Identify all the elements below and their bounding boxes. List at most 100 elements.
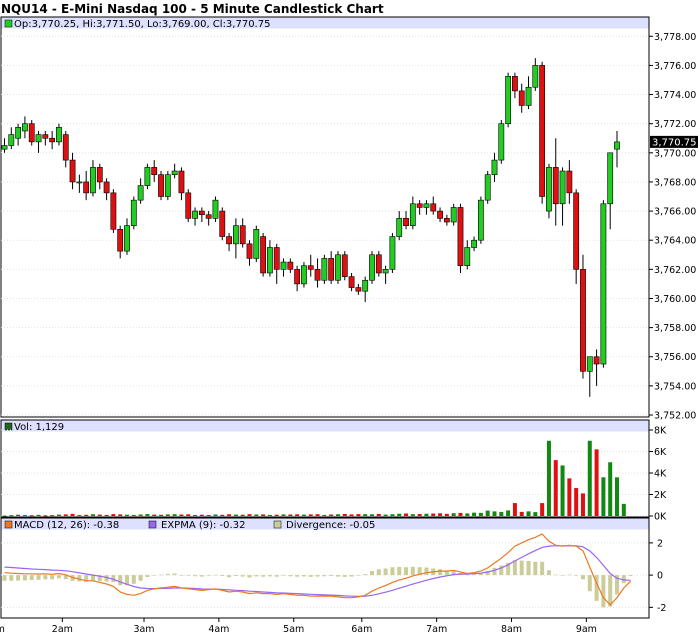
- candle-body: [552, 167, 559, 205]
- candle-body: [593, 356, 600, 365]
- candle-body: [49, 137, 56, 143]
- price-legend-swatch: [4, 19, 13, 28]
- divergence-bar: [199, 575, 204, 577]
- candle-body: [260, 236, 267, 274]
- volume-bar: [431, 513, 436, 516]
- candle-body: [96, 167, 103, 183]
- divergence-bar: [233, 575, 238, 577]
- divergence-bar: [9, 575, 14, 581]
- time-tick-label: 1am: [0, 624, 5, 635]
- divergence-bar: [404, 567, 409, 576]
- candle-body: [382, 269, 389, 274]
- volume-bar: [9, 515, 14, 517]
- divergence-bar: [301, 575, 306, 577]
- macd-legend: MACD (12, 26): -0.38: [14, 520, 119, 531]
- divergence-bar: [138, 575, 143, 581]
- candle-body: [498, 123, 505, 161]
- divergence-bar: [519, 560, 524, 576]
- candle-body: [389, 236, 396, 270]
- volume-bar: [512, 503, 517, 516]
- volume-bar: [315, 514, 320, 516]
- volume-bar: [580, 493, 585, 516]
- candle-body: [491, 159, 498, 175]
- volume-bar: [322, 514, 327, 516]
- candle-body: [423, 203, 430, 208]
- candle-body: [124, 225, 130, 252]
- volume-bar: [553, 460, 558, 516]
- volume-bar: [165, 514, 170, 516]
- divergence-bar: [546, 570, 551, 576]
- divergence-bar: [29, 575, 34, 580]
- price-panel: 3,752.00 3,754.00 3,756.00 3,758.00 3,760.00…: [0, 16, 698, 422]
- time-tick-label: 3am: [133, 624, 154, 635]
- divergence-bar: [526, 560, 531, 576]
- macd-tick-label: 0: [657, 571, 663, 582]
- divergence-bar: [220, 575, 225, 577]
- price-tick-label: 3,752.00: [654, 411, 696, 422]
- candle-body: [171, 170, 178, 175]
- divergence-bar: [206, 575, 211, 576]
- candle-body: [314, 269, 321, 281]
- candle-body: [164, 174, 171, 197]
- candle-body: [362, 279, 369, 292]
- candle-body: [294, 269, 301, 285]
- volume-bar: [145, 514, 150, 516]
- volume-legend-swatch: [4, 422, 13, 431]
- candle-body: [76, 181, 83, 184]
- divergence-bar: [390, 567, 395, 576]
- volume-bar: [608, 462, 613, 516]
- volume-bar: [104, 514, 109, 516]
- volume-bar: [274, 514, 279, 516]
- candle-body: [246, 243, 253, 259]
- volume-bar: [131, 514, 136, 516]
- volume-bar: [499, 511, 504, 516]
- candle-body: [178, 170, 185, 194]
- divergence-bar: [2, 575, 7, 581]
- divergence-bar: [288, 575, 293, 577]
- candle-body: [130, 199, 137, 226]
- candle-body: [144, 167, 151, 186]
- last-price-label: 3,770.75: [652, 137, 697, 148]
- volume-bar: [125, 514, 129, 516]
- divergence-bar: [16, 575, 21, 581]
- volume-bar: [206, 515, 211, 517]
- volume-bar: [417, 513, 422, 516]
- volume-bar: [22, 515, 27, 517]
- candle-body: [110, 192, 117, 230]
- candle-body: [600, 203, 607, 365]
- volume-bar: [465, 513, 470, 516]
- divergence-bar: [274, 575, 279, 577]
- divergence-bar: [465, 574, 470, 576]
- volume-bar: [458, 512, 463, 516]
- candle-body: [512, 76, 518, 92]
- candle-body: [518, 90, 525, 106]
- price-tick-label: 3,756.00: [654, 352, 696, 363]
- candle-body: [335, 254, 341, 281]
- divergence-bar: [145, 575, 150, 578]
- volume-bar: [261, 514, 266, 516]
- divergence-bar: [308, 575, 313, 577]
- candle-body: [56, 127, 62, 143]
- candle-body: [28, 123, 35, 143]
- volume-bar: [281, 514, 286, 516]
- volume-bar: [574, 488, 579, 516]
- time-tick-label: 7am: [426, 624, 447, 635]
- candle-body: [232, 225, 239, 245]
- divergence-bar: [383, 568, 388, 576]
- volume-bar: [506, 510, 511, 516]
- volume-bar: [526, 511, 531, 516]
- candle-body: [443, 218, 450, 223]
- candle-body: [22, 123, 28, 132]
- divergence-bar: [254, 575, 259, 577]
- candle-body: [505, 76, 512, 124]
- volume-bar: [601, 477, 606, 516]
- divergence-bar: [397, 566, 402, 576]
- candle-body: [586, 356, 593, 372]
- candle-body: [151, 167, 158, 175]
- candle-body: [396, 218, 403, 237]
- macd-panel: -2 0 2 1am 2am 3am 4am 5am 6am 7am 8am 9am: [0, 517, 666, 635]
- candle-body: [614, 141, 620, 150]
- volume-bar: [199, 514, 204, 516]
- candle-body: [355, 287, 362, 292]
- candle-body: [185, 192, 192, 219]
